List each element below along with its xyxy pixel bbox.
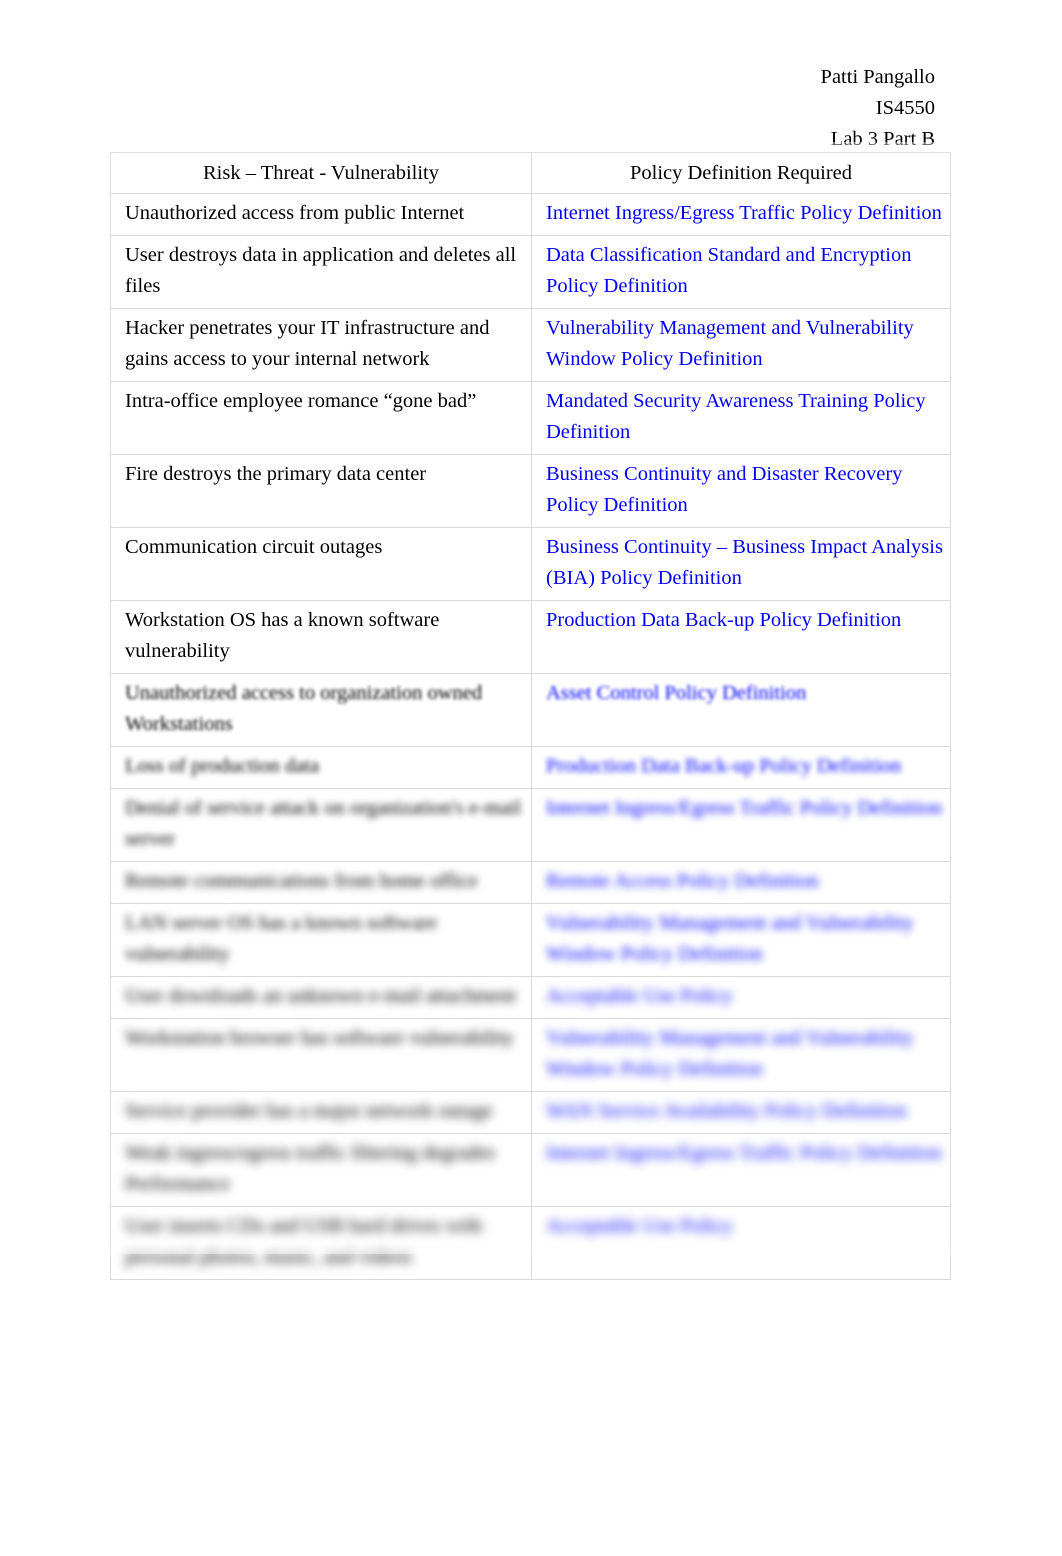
cell-risk: Loss of production data bbox=[110, 746, 532, 789]
cell-policy: Acceptable Use Policy bbox=[531, 976, 951, 1019]
table-row: Remote communications from home office Re… bbox=[110, 861, 951, 904]
table-row: User destroys data in application and de… bbox=[110, 235, 951, 309]
cell-risk: LAN server OS has a known software vulne… bbox=[110, 903, 532, 977]
cell-risk: Unauthorized access to organization owne… bbox=[110, 673, 532, 747]
table-row: LAN server OS has a known software vulne… bbox=[110, 903, 951, 977]
cell-policy: Mandated Security Awareness Training Pol… bbox=[531, 381, 951, 455]
cell-risk: Hacker penetrates your IT infrastructure… bbox=[110, 308, 532, 382]
table-row: Communication circuit outages Business Co… bbox=[110, 527, 951, 601]
table-row: Unauthorized access from public Internet… bbox=[110, 193, 951, 236]
risk-policy-table-wrapper: Risk – Threat - Vulnerability Policy Def… bbox=[110, 152, 951, 1280]
cell-policy: Remote Access Policy Definition bbox=[531, 861, 951, 904]
cell-risk: Workstation OS has a known software vuln… bbox=[110, 600, 532, 674]
table-row: Workstation OS has a known software vuln… bbox=[110, 600, 951, 674]
table-row: Denial of service attack on organization… bbox=[110, 788, 951, 862]
assignment-title: Lab 3 Part B bbox=[830, 128, 935, 150]
cell-risk: Communication circuit outages bbox=[110, 527, 532, 601]
table-row: Weak ingress/egress traffic filtering de… bbox=[110, 1133, 951, 1207]
cell-policy: Vulnerability Management and Vulnerabili… bbox=[531, 308, 951, 382]
cell-policy: Production Data Back-up Policy Definitio… bbox=[531, 746, 951, 789]
cell-policy: WAN Service Availability Policy Definiti… bbox=[531, 1091, 951, 1134]
table-row: Unauthorized access to organization owne… bbox=[110, 673, 951, 747]
student-name: Patti Pangallo bbox=[820, 66, 935, 88]
cell-risk: Remote communications from home office bbox=[110, 861, 532, 904]
cell-policy: Business Continuity and Disaster Recover… bbox=[531, 454, 951, 528]
document-header: Patti Pangallo IS4550 Lab 3 Part B bbox=[0, 62, 935, 155]
cell-risk: User downloads an unknown e-mail attachm… bbox=[110, 976, 532, 1019]
cell-policy: Business Continuity – Business Impact An… bbox=[531, 527, 951, 601]
cell-policy: Vulnerability Management and Vulnerabili… bbox=[531, 1018, 951, 1092]
column-header-policy: Policy Definition Required bbox=[531, 152, 951, 194]
cell-risk: Fire destroys the primary data center bbox=[110, 454, 532, 528]
table-row: User downloads an unknown e-mail attachm… bbox=[110, 976, 951, 1019]
cell-policy: Data Classification Standard and Encrypt… bbox=[531, 235, 951, 309]
table-row: User inserts CDs and USB hard drives wit… bbox=[110, 1206, 951, 1280]
document-page: Patti Pangallo IS4550 Lab 3 Part B Risk … bbox=[0, 0, 1062, 1556]
table-row: Intra-office employee romance “gone bad”… bbox=[110, 381, 951, 455]
cell-policy: Internet Ingress/Egress Traffic Policy D… bbox=[531, 193, 951, 236]
cell-risk: Service provider has a major network out… bbox=[110, 1091, 532, 1134]
cell-risk: Weak ingress/egress traffic filtering de… bbox=[110, 1133, 532, 1207]
table-row: Loss of production data Production Data B… bbox=[110, 746, 951, 789]
cell-policy: Internet Ingress/Egress Traffic Policy D… bbox=[531, 788, 951, 862]
table-row: Fire destroys the primary data center Bus… bbox=[110, 454, 951, 528]
cell-risk: User destroys data in application and de… bbox=[110, 235, 532, 309]
table-row: Workstation browser has software vulnera… bbox=[110, 1018, 951, 1092]
table-row: Service provider has a major network out… bbox=[110, 1091, 951, 1134]
cell-risk: Intra-office employee romance “gone bad” bbox=[110, 381, 532, 455]
table-row: Hacker penetrates your IT infrastructure… bbox=[110, 308, 951, 382]
cell-policy: Acceptable Use Policy bbox=[531, 1206, 951, 1280]
cell-policy: Internet Ingress/Egress Traffic Policy D… bbox=[531, 1133, 951, 1207]
table-body: Unauthorized access from public Internet… bbox=[110, 193, 951, 1280]
cell-risk: Denial of service attack on organization… bbox=[110, 788, 532, 862]
cell-policy: Production Data Back-up Policy Definitio… bbox=[531, 600, 951, 674]
risk-policy-table: Risk – Threat - Vulnerability Policy Def… bbox=[110, 152, 951, 1280]
cell-risk: User inserts CDs and USB hard drives wit… bbox=[110, 1206, 532, 1280]
course-code: IS4550 bbox=[875, 97, 935, 119]
cell-policy: Asset Control Policy Definition bbox=[531, 673, 951, 747]
column-header-risk: Risk – Threat - Vulnerability bbox=[110, 152, 532, 194]
table-header-row: Risk – Threat - Vulnerability Policy Def… bbox=[110, 152, 951, 194]
cell-risk: Unauthorized access from public Internet bbox=[110, 193, 532, 236]
cell-policy: Vulnerability Management and Vulnerabili… bbox=[531, 903, 951, 977]
cell-risk: Workstation browser has software vulnera… bbox=[110, 1018, 532, 1092]
